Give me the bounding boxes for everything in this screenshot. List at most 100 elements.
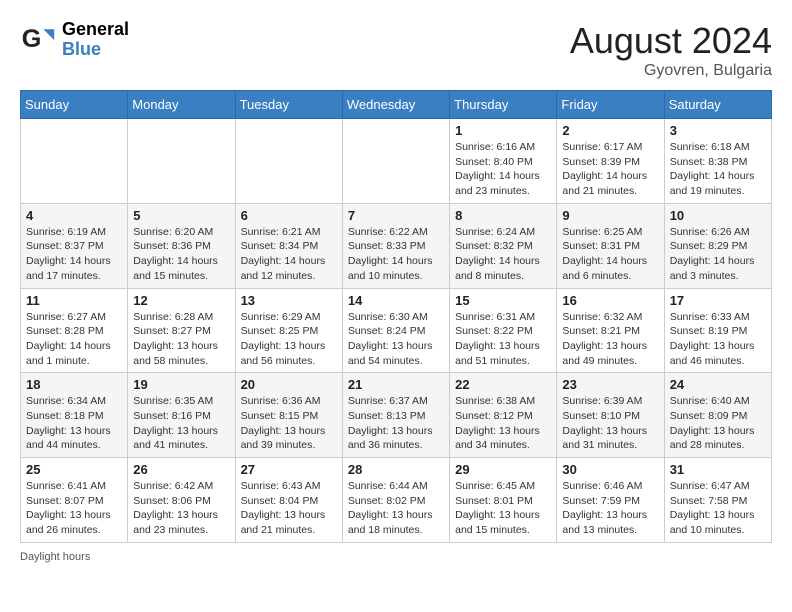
weekday-header-monday: Monday <box>128 91 235 119</box>
calendar-cell <box>342 119 449 204</box>
day-number: 24 <box>670 377 766 392</box>
day-info: Sunrise: 6:36 AM Sunset: 8:15 PM Dayligh… <box>241 394 337 453</box>
calendar-cell: 15Sunrise: 6:31 AM Sunset: 8:22 PM Dayli… <box>450 288 557 373</box>
day-info: Sunrise: 6:25 AM Sunset: 8:31 PM Dayligh… <box>562 225 658 284</box>
day-info: Sunrise: 6:33 AM Sunset: 8:19 PM Dayligh… <box>670 310 766 369</box>
day-info: Sunrise: 6:34 AM Sunset: 8:18 PM Dayligh… <box>26 394 122 453</box>
weekday-header-wednesday: Wednesday <box>342 91 449 119</box>
logo-icon: G <box>20 22 56 58</box>
day-number: 6 <box>241 208 337 223</box>
day-number: 31 <box>670 462 766 477</box>
calendar-cell: 12Sunrise: 6:28 AM Sunset: 8:27 PM Dayli… <box>128 288 235 373</box>
day-info: Sunrise: 6:24 AM Sunset: 8:32 PM Dayligh… <box>455 225 551 284</box>
logo-general: General <box>62 20 129 40</box>
day-number: 2 <box>562 123 658 138</box>
day-info: Sunrise: 6:17 AM Sunset: 8:39 PM Dayligh… <box>562 140 658 199</box>
day-info: Sunrise: 6:41 AM Sunset: 8:07 PM Dayligh… <box>26 479 122 538</box>
day-info: Sunrise: 6:19 AM Sunset: 8:37 PM Dayligh… <box>26 225 122 284</box>
week-row-2: 4 Sunrise: 6:19 AM Sunset: 8:37 PM Daylig… <box>21 203 772 288</box>
calendar-cell: 16 Sunrise: 6:32 AM Sunset: 8:21 PM Dayli… <box>557 288 664 373</box>
calendar-cell: 26Sunrise: 6:42 AM Sunset: 8:06 PM Dayli… <box>128 458 235 543</box>
day-number: 8 <box>455 208 551 223</box>
day-info: Sunrise: 6:30 AM Sunset: 8:24 PM Dayligh… <box>348 310 444 369</box>
calendar-cell: 10 Sunrise: 6:26 AM Sunset: 8:29 PM Dayli… <box>664 203 771 288</box>
weekday-header-sunday: Sunday <box>21 91 128 119</box>
location: Gyovren, Bulgaria <box>570 62 772 80</box>
day-info: Sunrise: 6:18 AM Sunset: 8:38 PM Dayligh… <box>670 140 766 199</box>
logo-blue: Blue <box>62 40 129 60</box>
calendar-cell: 21 Sunrise: 6:37 AM Sunset: 8:13 PM Dayli… <box>342 373 449 458</box>
day-info: Sunrise: 6:35 AM Sunset: 8:16 PM Dayligh… <box>133 394 229 453</box>
calendar-cell: 3Sunrise: 6:18 AM Sunset: 8:38 PM Daylig… <box>664 119 771 204</box>
calendar-cell: 25 Sunrise: 6:41 AM Sunset: 8:07 PM Dayli… <box>21 458 128 543</box>
logo-text: General Blue <box>62 20 129 60</box>
logo: G General Blue <box>20 20 129 60</box>
day-number: 13 <box>241 293 337 308</box>
calendar-cell: 5 Sunrise: 6:20 AM Sunset: 8:36 PM Daylig… <box>128 203 235 288</box>
calendar-cell: 22 Sunrise: 6:38 AM Sunset: 8:12 PM Dayli… <box>450 373 557 458</box>
calendar-cell: 18 Sunrise: 6:34 AM Sunset: 8:18 PM Dayli… <box>21 373 128 458</box>
calendar-body: 1Sunrise: 6:16 AM Sunset: 8:40 PM Daylig… <box>21 119 772 543</box>
day-number: 5 <box>133 208 229 223</box>
day-number: 23 <box>562 377 658 392</box>
day-info: Sunrise: 6:32 AM Sunset: 8:21 PM Dayligh… <box>562 310 658 369</box>
daylight-hours-label: Daylight hours <box>20 551 90 563</box>
title-block: August 2024 Gyovren, Bulgaria <box>570 20 772 80</box>
weekday-header-friday: Friday <box>557 91 664 119</box>
day-info: Sunrise: 6:38 AM Sunset: 8:12 PM Dayligh… <box>455 394 551 453</box>
month-title: August 2024 <box>570 20 772 62</box>
day-number: 30 <box>562 462 658 477</box>
day-info: Sunrise: 6:39 AM Sunset: 8:10 PM Dayligh… <box>562 394 658 453</box>
day-number: 25 <box>26 462 122 477</box>
day-info: Sunrise: 6:47 AM Sunset: 7:58 PM Dayligh… <box>670 479 766 538</box>
day-number: 19 <box>133 377 229 392</box>
day-info: Sunrise: 6:28 AM Sunset: 8:27 PM Dayligh… <box>133 310 229 369</box>
calendar-cell: 23 Sunrise: 6:39 AM Sunset: 8:10 PM Dayli… <box>557 373 664 458</box>
day-info: Sunrise: 6:26 AM Sunset: 8:29 PM Dayligh… <box>670 225 766 284</box>
calendar-cell: 17 Sunrise: 6:33 AM Sunset: 8:19 PM Dayli… <box>664 288 771 373</box>
calendar-cell: 20 Sunrise: 6:36 AM Sunset: 8:15 PM Dayli… <box>235 373 342 458</box>
page-header: G General Blue August 2024 Gyovren, Bulg… <box>20 20 772 80</box>
day-number: 18 <box>26 377 122 392</box>
day-number: 4 <box>26 208 122 223</box>
day-number: 16 <box>562 293 658 308</box>
day-info: Sunrise: 6:37 AM Sunset: 8:13 PM Dayligh… <box>348 394 444 453</box>
weekday-header-saturday: Saturday <box>664 91 771 119</box>
day-number: 7 <box>348 208 444 223</box>
calendar-cell: 11Sunrise: 6:27 AM Sunset: 8:28 PM Dayli… <box>21 288 128 373</box>
day-number: 26 <box>133 462 229 477</box>
calendar-cell: 1Sunrise: 6:16 AM Sunset: 8:40 PM Daylig… <box>450 119 557 204</box>
day-info: Sunrise: 6:46 AM Sunset: 7:59 PM Dayligh… <box>562 479 658 538</box>
calendar-cell: 9 Sunrise: 6:25 AM Sunset: 8:31 PM Daylig… <box>557 203 664 288</box>
day-number: 22 <box>455 377 551 392</box>
day-number: 20 <box>241 377 337 392</box>
day-info: Sunrise: 6:29 AM Sunset: 8:25 PM Dayligh… <box>241 310 337 369</box>
day-info: Sunrise: 6:20 AM Sunset: 8:36 PM Dayligh… <box>133 225 229 284</box>
calendar-cell: 13 Sunrise: 6:29 AM Sunset: 8:25 PM Dayli… <box>235 288 342 373</box>
day-number: 9 <box>562 208 658 223</box>
calendar-cell: 31 Sunrise: 6:47 AM Sunset: 7:58 PM Dayli… <box>664 458 771 543</box>
day-info: Sunrise: 6:27 AM Sunset: 8:28 PM Dayligh… <box>26 310 122 369</box>
calendar-cell <box>21 119 128 204</box>
calendar-cell <box>235 119 342 204</box>
weekday-header-tuesday: Tuesday <box>235 91 342 119</box>
calendar-table: SundayMondayTuesdayWednesdayThursdayFrid… <box>20 90 772 543</box>
day-number: 15 <box>455 293 551 308</box>
day-number: 17 <box>670 293 766 308</box>
svg-text:G: G <box>22 25 42 53</box>
day-number: 1 <box>455 123 551 138</box>
calendar-cell: 28Sunrise: 6:44 AM Sunset: 8:02 PM Dayli… <box>342 458 449 543</box>
weekday-row: SundayMondayTuesdayWednesdayThursdayFrid… <box>21 91 772 119</box>
day-info: Sunrise: 6:44 AM Sunset: 8:02 PM Dayligh… <box>348 479 444 538</box>
calendar-cell: 24Sunrise: 6:40 AM Sunset: 8:09 PM Dayli… <box>664 373 771 458</box>
calendar-cell: 8 Sunrise: 6:24 AM Sunset: 8:32 PM Daylig… <box>450 203 557 288</box>
day-number: 21 <box>348 377 444 392</box>
day-info: Sunrise: 6:43 AM Sunset: 8:04 PM Dayligh… <box>241 479 337 538</box>
week-row-5: 25 Sunrise: 6:41 AM Sunset: 8:07 PM Dayli… <box>21 458 772 543</box>
day-number: 10 <box>670 208 766 223</box>
calendar-cell: 7 Sunrise: 6:22 AM Sunset: 8:33 PM Daylig… <box>342 203 449 288</box>
day-number: 14 <box>348 293 444 308</box>
day-info: Sunrise: 6:22 AM Sunset: 8:33 PM Dayligh… <box>348 225 444 284</box>
day-info: Sunrise: 6:21 AM Sunset: 8:34 PM Dayligh… <box>241 225 337 284</box>
calendar-cell: 30 Sunrise: 6:46 AM Sunset: 7:59 PM Dayli… <box>557 458 664 543</box>
